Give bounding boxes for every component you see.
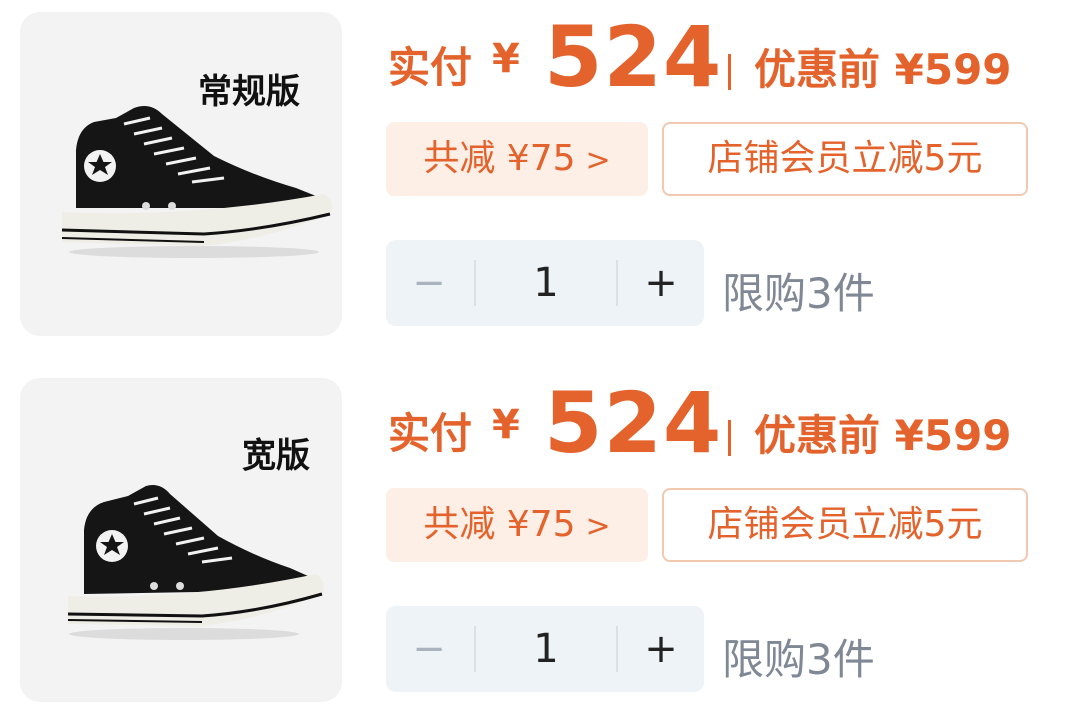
variant-label: 宽版	[242, 436, 310, 476]
quantity-value[interactable]: 1	[476, 240, 616, 326]
total-discount-label: 共减 ¥75	[423, 138, 576, 179]
member-discount-tag: 店铺会员立减5元	[662, 122, 1028, 196]
increase-button[interactable]: +	[618, 606, 704, 692]
total-discount-button[interactable]: 共减 ¥75 >	[386, 488, 648, 562]
member-discount-tag: 店铺会员立减5元	[662, 488, 1028, 562]
currency-symbol: ¥	[492, 36, 520, 82]
purchase-limit-text: 限购3件	[722, 269, 875, 318]
actual-pay-label: 实付	[388, 409, 473, 458]
quantity-value[interactable]: 1	[476, 606, 616, 692]
actual-pay-label: 实付	[388, 43, 473, 92]
original-price: 优惠前 ¥599	[754, 45, 1012, 94]
product-card: 宽版 实付 ¥ 524 优惠前 ¥599 共减 ¥75 > 店铺会员立减5元 −…	[0, 366, 1080, 706]
price-divider	[728, 420, 731, 456]
actual-pay-amount: 524	[544, 8, 723, 106]
actual-pay-amount: 524	[544, 374, 723, 472]
purchase-limit-text: 限购3件	[722, 635, 875, 684]
quantity-stepper: − 1 +	[386, 606, 704, 692]
total-discount-label: 共减 ¥75	[423, 504, 576, 545]
chevron-right-icon: >	[585, 143, 611, 178]
currency-symbol: ¥	[492, 402, 520, 448]
member-discount-label: 店铺会员立减5元	[707, 138, 983, 179]
total-discount-button[interactable]: 共减 ¥75 >	[386, 122, 648, 196]
member-discount-label: 店铺会员立减5元	[707, 504, 983, 545]
product-thumbnail[interactable]: 宽版	[20, 378, 342, 702]
price-divider	[728, 54, 731, 90]
product-thumbnail[interactable]: 常规版	[20, 12, 342, 336]
price-row: 实付 ¥ 524 优惠前 ¥599	[388, 8, 1068, 106]
price-row: 实付 ¥ 524 优惠前 ¥599	[388, 374, 1068, 472]
decrease-button[interactable]: −	[386, 606, 472, 692]
increase-button[interactable]: +	[618, 240, 704, 326]
quantity-stepper: − 1 +	[386, 240, 704, 326]
chevron-right-icon: >	[585, 509, 611, 544]
sneaker-image	[67, 485, 324, 640]
original-price: 优惠前 ¥599	[754, 411, 1012, 460]
sneaker-image	[61, 106, 332, 258]
product-card: 常规版 实付 ¥ 524 优惠前 ¥599 共减 ¥75 > 店铺会员立减5元 …	[0, 0, 1080, 340]
decrease-button[interactable]: −	[386, 240, 472, 326]
